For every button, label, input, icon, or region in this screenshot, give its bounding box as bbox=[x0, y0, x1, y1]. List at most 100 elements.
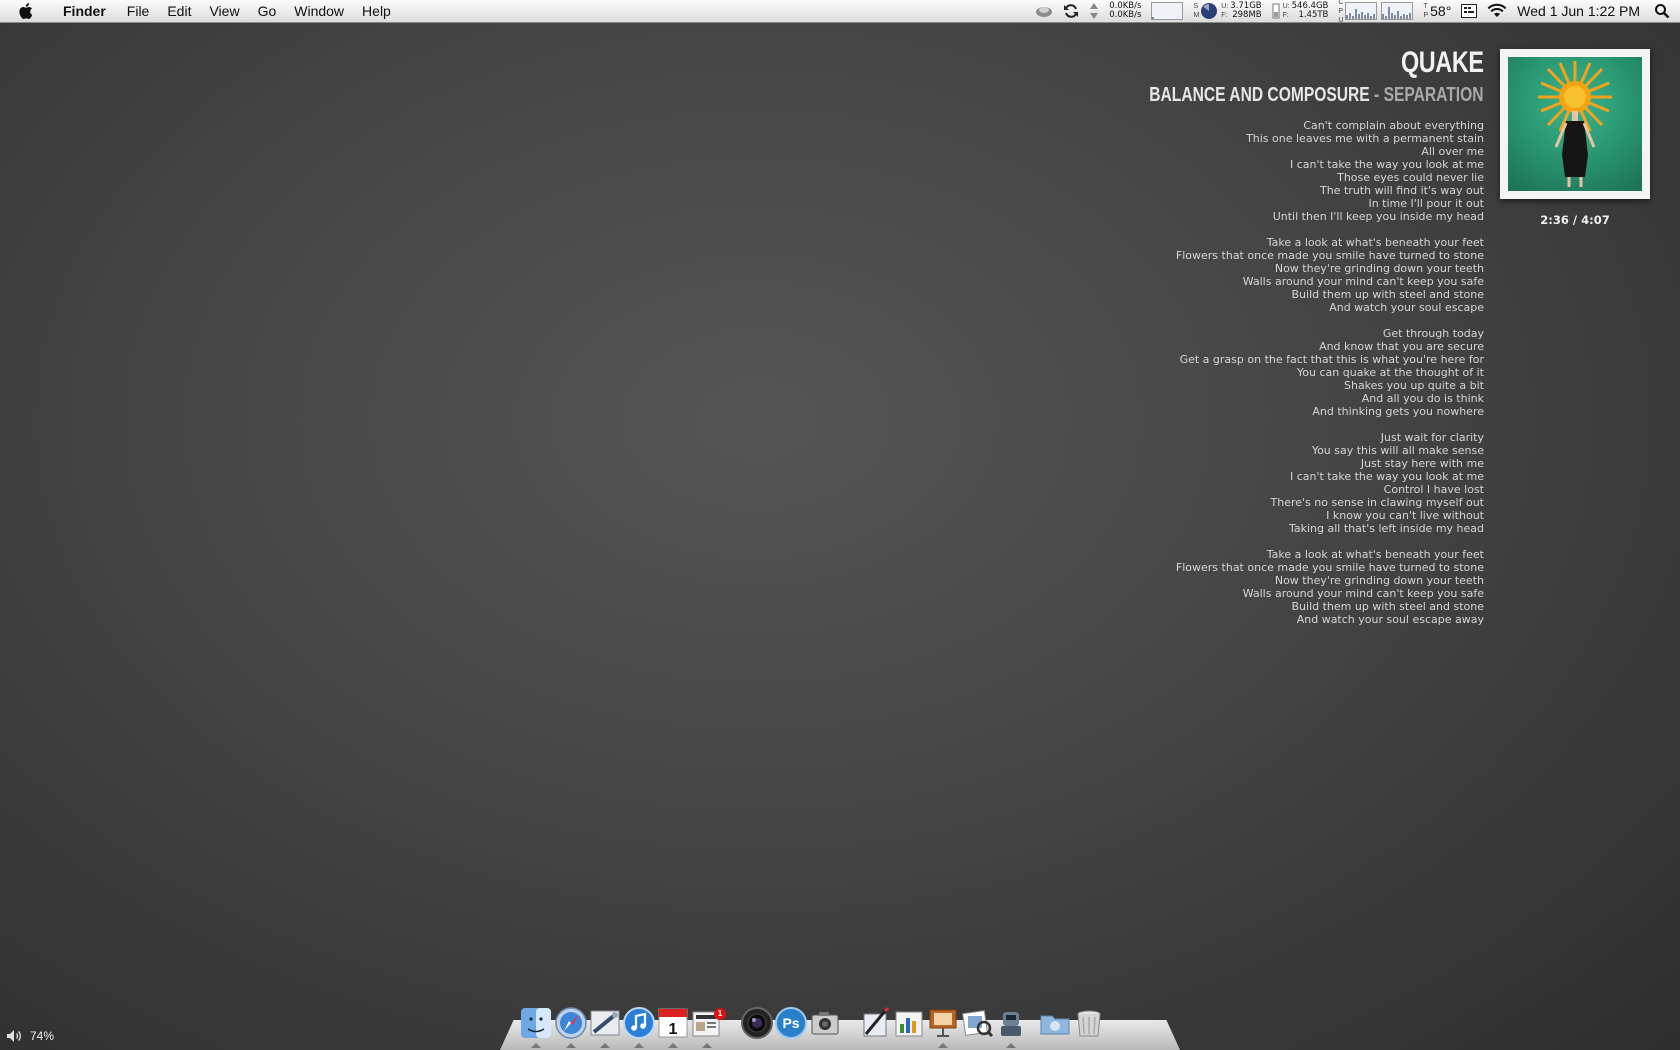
album-art-frame[interactable] bbox=[1500, 49, 1650, 199]
apple-menu-icon[interactable] bbox=[0, 0, 54, 22]
running-indicator bbox=[938, 1043, 948, 1048]
notification-badge: 1 bbox=[714, 1008, 726, 1020]
lyric-line: Can't complain about everything bbox=[1303, 119, 1484, 132]
keyboard-viewer-icon[interactable] bbox=[1461, 0, 1478, 22]
lyric-line: The truth will find it's way out bbox=[1320, 184, 1484, 197]
lyrics-stanza: Take a look at what's beneath your feet F… bbox=[1055, 236, 1484, 314]
lyric-line: I know you can't live without bbox=[1326, 509, 1484, 522]
finder-icon[interactable] bbox=[519, 1006, 553, 1040]
lyric-line: Build them up with steel and stone bbox=[1291, 288, 1485, 301]
time-separator: / bbox=[1568, 213, 1582, 227]
lyric-line: Flowers that once made you smile have tu… bbox=[1175, 249, 1484, 262]
network-graph-plot bbox=[1151, 2, 1184, 20]
lyric-line: Just stay here with me bbox=[1360, 457, 1484, 470]
cpu-graph[interactable]: CPU bbox=[1338, 0, 1414, 24]
automator-icon[interactable] bbox=[994, 1006, 1028, 1040]
lyric-line: You say this will all make sense bbox=[1311, 444, 1484, 457]
lyric-line: Shakes you up quite a bit bbox=[1343, 379, 1484, 392]
downloads-folder-icon[interactable] bbox=[1038, 1006, 1072, 1040]
image-capture-icon[interactable] bbox=[808, 1006, 842, 1040]
volume-indicator: 74% bbox=[6, 1029, 54, 1043]
lyrics-block: Can't complain about everything This one … bbox=[1055, 119, 1484, 626]
total-time: 4:07 bbox=[1581, 213, 1610, 227]
lyric-line: And thinking gets you nowhere bbox=[1312, 405, 1484, 418]
newsreader-icon[interactable]: 1 bbox=[690, 1006, 726, 1040]
running-indicator bbox=[531, 1043, 541, 1048]
disk-bar-icon bbox=[1272, 3, 1280, 19]
lyric-line: Now they're grinding down your teeth bbox=[1274, 262, 1484, 275]
ical-icon[interactable]: 1 bbox=[656, 1006, 690, 1040]
lyric-line: Until then I'll keep you inside my head bbox=[1272, 210, 1484, 223]
memory-pie-icon bbox=[1201, 3, 1218, 19]
menu-file[interactable]: File bbox=[118, 0, 159, 22]
lyrics-stanza: Can't complain about everything This one … bbox=[1055, 119, 1484, 223]
lyric-line: Now they're grinding down your teeth bbox=[1274, 574, 1484, 587]
photoshop-icon[interactable]: Ps bbox=[774, 1006, 808, 1040]
numbers-icon[interactable] bbox=[892, 1006, 926, 1040]
mem-free-label: F: bbox=[1221, 12, 1228, 19]
safari-icon[interactable] bbox=[554, 1006, 588, 1040]
network-throughput[interactable]: 0.0KB/s 0.0KB/s bbox=[1109, 0, 1141, 22]
lyric-line: And all you do is think bbox=[1361, 392, 1484, 405]
lyric-line: In time I'll pour it out bbox=[1368, 197, 1484, 210]
lyric-line: Take a look at what's beneath your feet bbox=[1266, 548, 1484, 561]
menu-help[interactable]: Help bbox=[353, 0, 400, 22]
menu-view[interactable]: View bbox=[200, 0, 248, 22]
calendar-day: 1 bbox=[669, 1021, 678, 1038]
menu-window[interactable]: Window bbox=[285, 0, 353, 22]
lyrics-stanza: Get through today And know that you are s… bbox=[1055, 327, 1484, 418]
lyric-line: Walls around your mind can't keep you sa… bbox=[1242, 587, 1484, 600]
wifi-icon[interactable] bbox=[1487, 0, 1507, 22]
now-playing-widget: QUAKE BALANCE AND COMPOSURE - SEPARATION… bbox=[1055, 46, 1485, 639]
growl-icon[interactable] bbox=[1035, 0, 1053, 22]
lyric-line: Get a grasp on the fact that this is wha… bbox=[1179, 353, 1484, 366]
lyric-line: Get through today bbox=[1382, 327, 1484, 340]
mem-used-label: U: bbox=[1221, 3, 1229, 10]
menu-clock[interactable]: Wed 1 Jun 1:22 PM bbox=[1517, 3, 1640, 19]
lyric-line: Walls around your mind can't keep you sa… bbox=[1242, 275, 1484, 288]
itunes-icon[interactable] bbox=[622, 1006, 656, 1040]
running-indicator bbox=[668, 1043, 678, 1048]
menu-edit[interactable]: Edit bbox=[158, 0, 200, 22]
lyric-line: And watch your soul escape bbox=[1329, 301, 1484, 314]
sync-icon[interactable] bbox=[1063, 0, 1079, 22]
memory-free: 298MB bbox=[1232, 10, 1262, 20]
cpu-graph-plot-1 bbox=[1345, 2, 1378, 20]
playback-time: 2:36 / 4:07 bbox=[1500, 213, 1650, 227]
artist-album-line: BALANCE AND COMPOSURE - SEPARATION bbox=[1150, 84, 1484, 107]
lyric-line: There's no sense in clawing myself out bbox=[1270, 496, 1484, 509]
dock: 1 1 Ps bbox=[500, 1000, 1180, 1048]
lyric-line: Flowers that once made you smile have tu… bbox=[1175, 561, 1484, 574]
running-indicator bbox=[634, 1043, 644, 1048]
running-indicator bbox=[600, 1043, 610, 1048]
disk-free-label: F: bbox=[1282, 12, 1289, 19]
song-title: QUAKE bbox=[1401, 46, 1484, 79]
lyrics-stanza: Just wait for clarity You say this will a… bbox=[1055, 431, 1484, 535]
disk-meter[interactable]: U: F: 546.4GB 1.45TB bbox=[1272, 0, 1328, 22]
mail-icon[interactable] bbox=[588, 1006, 622, 1040]
lyric-line: Just wait for clarity bbox=[1380, 431, 1484, 444]
status-menus: 0.0KB/s 0.0KB/s SM U: F: 3.71GB 298MB U:… bbox=[1035, 0, 1680, 24]
network-graph[interactable] bbox=[1151, 0, 1184, 22]
aperture-icon[interactable] bbox=[740, 1006, 774, 1040]
script-editor-icon[interactable] bbox=[858, 1006, 892, 1040]
lyric-line: And know that you are secure bbox=[1319, 340, 1484, 353]
preview-icon[interactable] bbox=[960, 1006, 994, 1040]
lyric-line: Control I have lost bbox=[1383, 483, 1484, 496]
memory-meter[interactable]: SM U: F: 3.71GB 298MB bbox=[1193, 0, 1261, 22]
running-indicator bbox=[702, 1043, 712, 1048]
running-indicator bbox=[1006, 1043, 1016, 1048]
menu-go[interactable]: Go bbox=[249, 0, 286, 22]
lyric-line: And watch your soul escape away bbox=[1296, 613, 1484, 626]
lyric-line: I can't take the way you look at me bbox=[1289, 470, 1484, 483]
temperature-meter[interactable]: TP 58° bbox=[1423, 0, 1451, 22]
running-indicator bbox=[566, 1043, 576, 1048]
app-menu-finder[interactable]: Finder bbox=[54, 0, 118, 22]
trash-icon[interactable] bbox=[1072, 1006, 1106, 1040]
keynote-icon[interactable] bbox=[926, 1006, 960, 1040]
photoshop-label: Ps bbox=[782, 1015, 799, 1031]
spotlight-search-icon[interactable] bbox=[1654, 0, 1670, 22]
artist-album-separator: - bbox=[1370, 84, 1385, 106]
album-name: SEPARATION bbox=[1384, 84, 1484, 106]
lyric-line: Taking all that's left inside my head bbox=[1288, 522, 1484, 535]
